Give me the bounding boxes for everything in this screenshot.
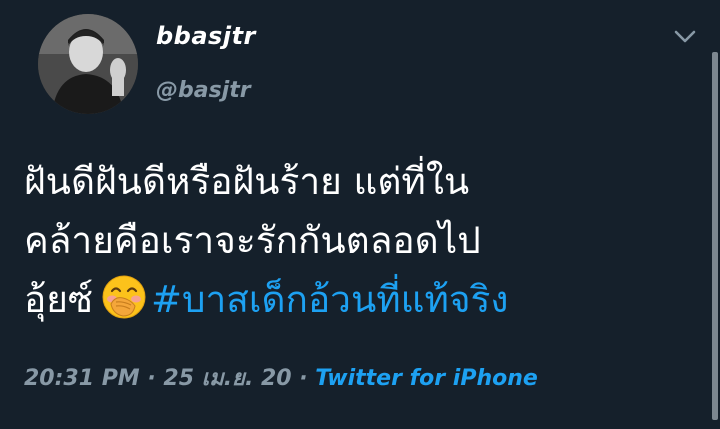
source-link[interactable]: Twitter for iPhone <box>315 366 538 391</box>
hashtag-link[interactable]: #บาสเด็กอ้วนที่แท้จริง <box>151 278 508 321</box>
tweet-text-line: คล้ายคือเราจะรักกันตลอดไป <box>24 219 481 262</box>
tweet-text-segment: อุ้ยซ์ <box>24 278 94 321</box>
face-with-hand-over-mouth-icon <box>101 274 147 320</box>
display-name[interactable]: bbasjtr <box>156 22 256 50</box>
meta-separator: · <box>291 366 316 391</box>
tweet-card: bbasjtr @basjtr ฝันดีฝันดีหรือฝันร้าย แต… <box>0 0 720 429</box>
scrollbar[interactable] <box>712 52 718 420</box>
user-handle[interactable]: @basjtr <box>156 78 251 103</box>
tweet-date[interactable]: 25 เม.ย. 20 <box>163 366 291 391</box>
tweet-meta: 20:31 PM · 25 เม.ย. 20 · Twitter for iPh… <box>24 360 538 395</box>
chevron-down-icon[interactable] <box>672 26 698 46</box>
tweet-time[interactable]: 20:31 PM <box>24 366 140 391</box>
meta-separator: · <box>139 366 164 391</box>
tweet-text: ฝันดีฝันดีหรือฝันร้าย แต่ที่ใน คล้ายคือเ… <box>24 152 684 329</box>
tweet-text-line: ฝันดีฝันดีหรือฝันร้าย แต่ที่ใน <box>24 160 470 203</box>
avatar[interactable] <box>38 14 138 114</box>
tweet-text-line: อุ้ยซ์ #บาสเด็กอ้วนที่แท้จริง <box>24 270 684 329</box>
